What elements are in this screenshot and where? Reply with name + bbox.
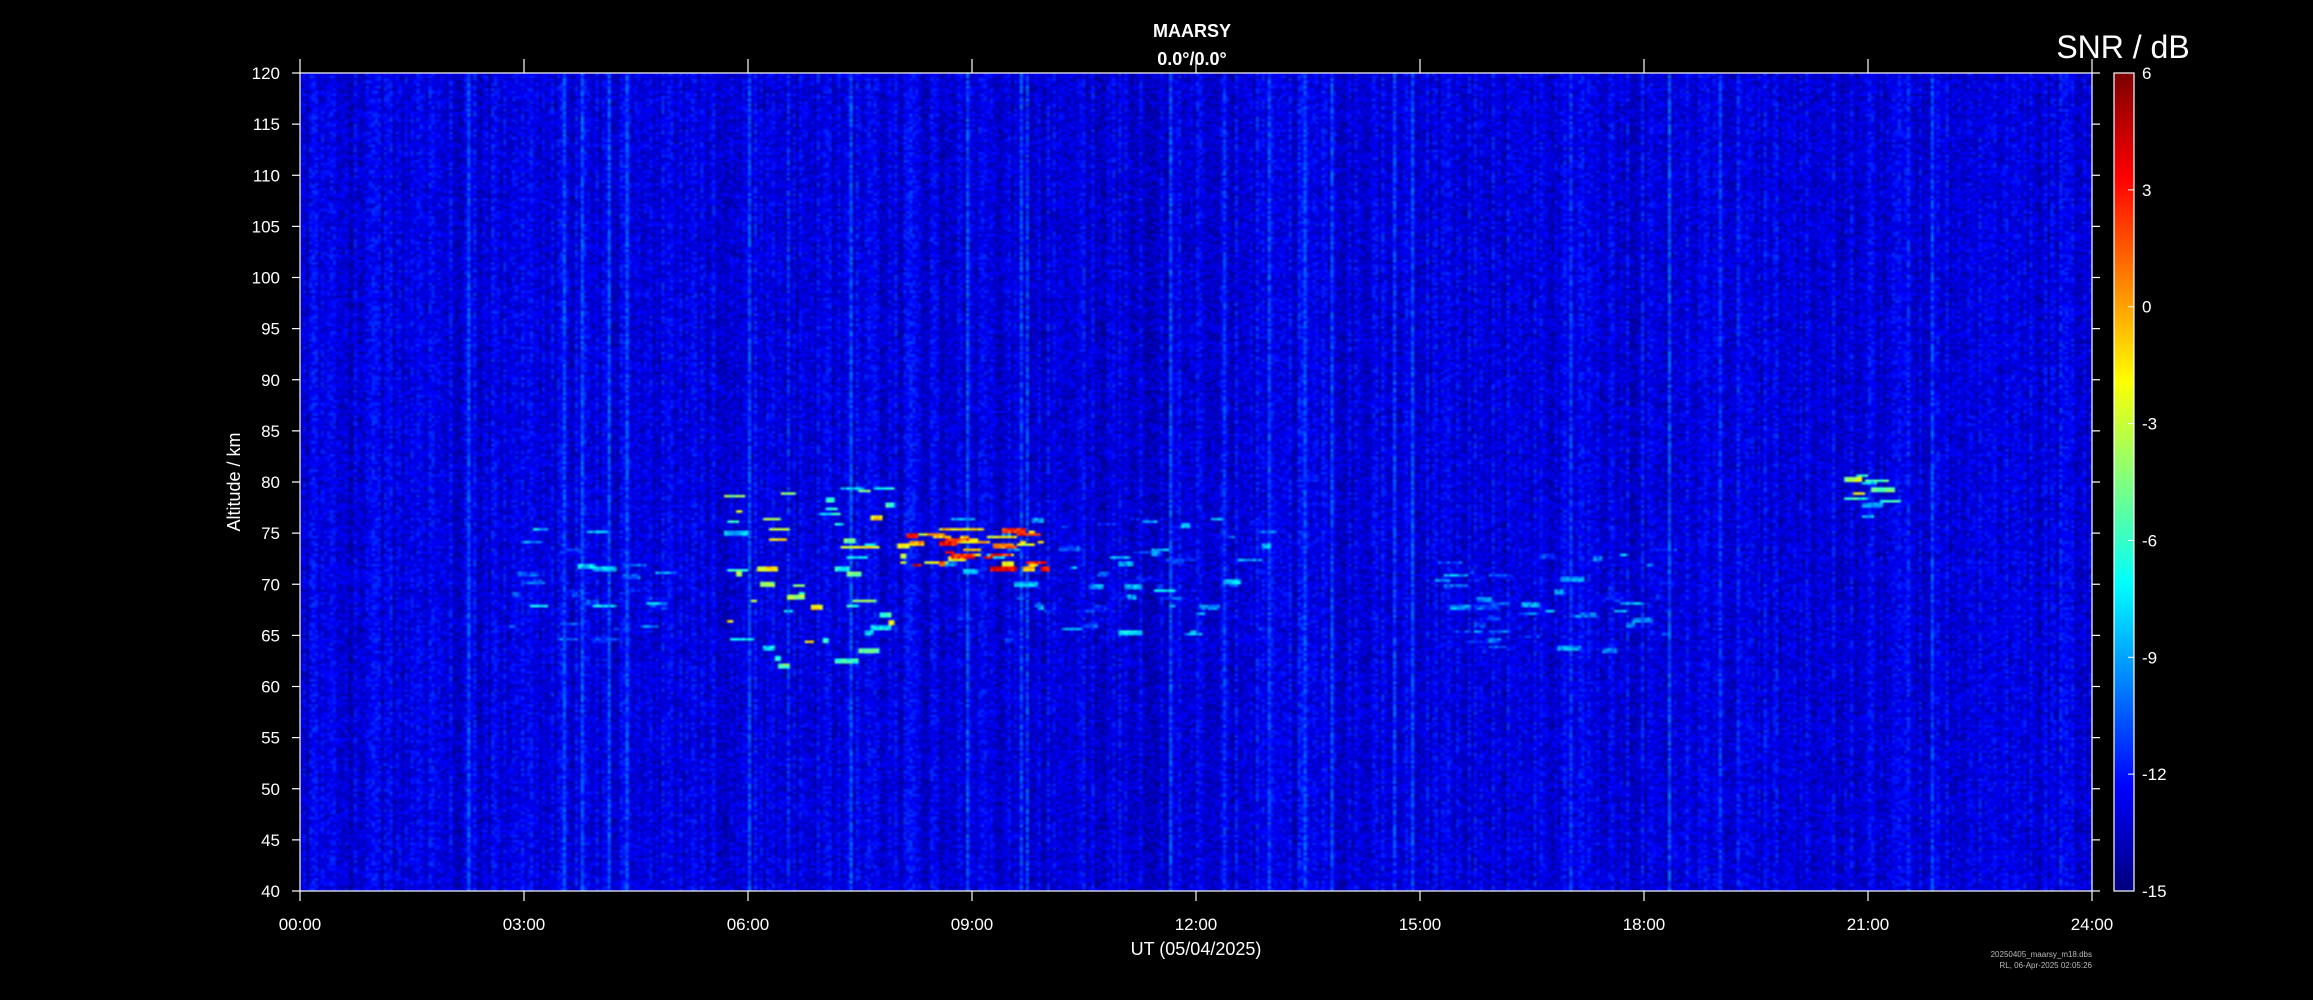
y-tick-label: 50 — [261, 780, 280, 799]
y-tick-label: 120 — [252, 64, 280, 83]
x-tick-label: 12:00 — [1175, 915, 1218, 934]
plot-area — [300, 73, 2092, 891]
x-tick-label: 18:00 — [1623, 915, 1666, 934]
snr-heatmap-chart: MAARSY 0.0°/0.0° 00:00 03:00 06:00 09:00 12:… — [224, 21, 2190, 970]
y-tick-label: 110 — [253, 166, 280, 185]
x-tick-label: 24:00 — [2071, 915, 2114, 934]
y-tick-label: 85 — [261, 422, 280, 441]
y-tick-label: 90 — [261, 371, 280, 390]
chart-subtitle: 0.0°/0.0° — [1157, 49, 1226, 69]
x-tick-label: 15:00 — [1399, 915, 1442, 934]
y-tick-label: 55 — [261, 729, 280, 748]
colorbar-tick-label: -6 — [2142, 531, 2157, 550]
y-tick-label: 105 — [252, 217, 280, 236]
y-axis-label: Altitude / km — [224, 432, 244, 531]
x-tick-label: 09:00 — [951, 915, 994, 934]
footer-timestamp: RL, 06-Apr-2025 02:05:26 — [1999, 961, 2092, 970]
x-axis-label: UT (05/04/2025) — [1131, 939, 1262, 959]
colorbar-tick-label: -3 — [2142, 415, 2157, 434]
y-tick-label: 60 — [261, 678, 280, 697]
y-tick-label: 65 — [261, 626, 280, 645]
x-tick-label: 00:00 — [279, 915, 322, 934]
y-tick-label: 80 — [261, 473, 280, 492]
y-tick-label: 95 — [261, 320, 280, 339]
colorbar-tick-label: -15 — [2142, 882, 2167, 901]
footer-filename: 20250405_maarsy_m18.dbs — [1991, 950, 2092, 959]
y-tick-label: 70 — [261, 575, 280, 594]
x-tick-label: 06:00 — [727, 915, 770, 934]
y-tick-label: 40 — [261, 882, 280, 901]
x-tick-label: 21:00 — [1847, 915, 1890, 934]
y-tick-label: 75 — [261, 524, 280, 543]
y-tick-label: 45 — [261, 831, 280, 850]
colorbar-label: SNR / dB — [2056, 29, 2189, 65]
x-tick-label: 03:00 — [503, 915, 546, 934]
y-tick-label: 115 — [253, 115, 280, 134]
colorbar-tick-label: -9 — [2142, 648, 2157, 667]
colorbar-gradient — [2114, 73, 2134, 891]
y-tick-label: 100 — [252, 269, 280, 288]
colorbar-tick-label: 6 — [2142, 64, 2151, 83]
colorbar-tick-label: 3 — [2142, 181, 2151, 200]
colorbar-tick-label: 0 — [2142, 298, 2151, 317]
colorbar-tick-label: -12 — [2142, 765, 2167, 784]
snr-heatmap-image — [300, 73, 2092, 891]
chart-title: MAARSY — [1153, 21, 1231, 41]
